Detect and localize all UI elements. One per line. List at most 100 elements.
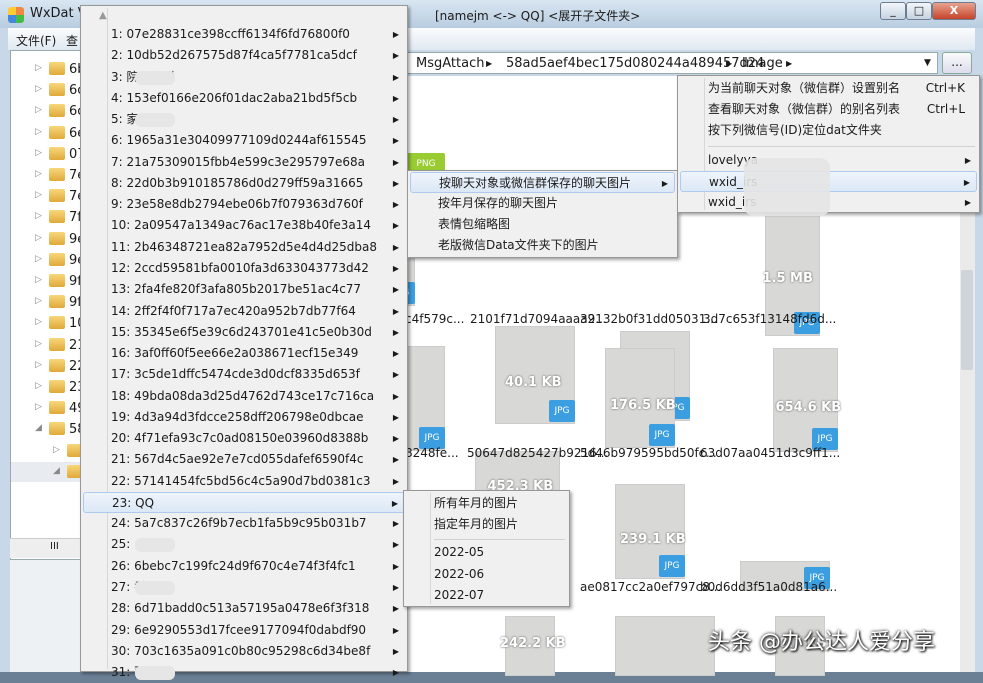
qq-menu-item[interactable]: 指定年月的图片 (406, 514, 567, 535)
file-size: 176.5 KB (610, 398, 676, 413)
collapsed-arrow-icon[interactable]: ▷ (35, 233, 42, 243)
chat-menu-item[interactable]: 9: 23e58e8db2794ebe06b7f079363d760f▶ (83, 194, 405, 215)
chat-menu-item[interactable]: 2: 10db52d267575d87f4ca5f7781ca5dcf▶ (83, 45, 405, 66)
browse-button[interactable]: ... (942, 52, 972, 74)
menu-file[interactable]: 文件(F) (16, 32, 56, 49)
file-name[interactable]: 63d07aa0451d3c9ff1... (700, 446, 840, 460)
tree-horizontal-scrollbar[interactable]: III (10, 538, 80, 558)
close-button[interactable]: X (932, 2, 976, 20)
chat-menu-item[interactable]: 14: 2ff2f4f0f717a7ec420a952b7db77f64▶ (83, 301, 405, 322)
image-type-item[interactable]: 按年月保存的聊天图片 (410, 193, 675, 214)
file-name[interactable]: b0d6dd3f51a0d81a6... (700, 580, 837, 594)
collapsed-arrow-icon[interactable]: ▷ (35, 275, 42, 285)
chat-menu-item[interactable]: 24: 5a7c837c26f9b7ecb1fa5b9c95b031b7▶ (83, 513, 405, 534)
tree-arrow-icon[interactable]: ▷ (53, 445, 60, 455)
chat-menu-item[interactable]: 8: 22d0b3b910185786d0d279ff59a31665▶ (83, 173, 405, 194)
collapsed-arrow-icon[interactable]: ▷ (35, 84, 42, 94)
image-type-label: 按聊天对象或微信群保存的聊天图片 (439, 173, 631, 194)
image-type-item[interactable]: 表情包缩略图 (410, 214, 675, 235)
month-label: 2022-07 (434, 585, 484, 606)
collapsed-arrow-icon[interactable]: ▷ (35, 402, 42, 412)
chat-menu-item[interactable]: 20: 4f71efa93c7c0ad08150e03960d8388b▶ (83, 428, 405, 449)
chat-menu-item[interactable]: 27: 香▶ (83, 577, 405, 598)
folder-icon (49, 316, 65, 329)
collapsed-arrow-icon[interactable]: ▷ (35, 127, 42, 137)
alias-menu-item[interactable]: 按下列微信号(ID)定位dat文件夹 (680, 120, 977, 141)
tree-arrow-icon[interactable]: ◢ (53, 466, 60, 476)
chat-menu-item[interactable]: 21: 567d4c5ae92e7e7cd055dafef6590f4c▶ (83, 449, 405, 470)
chat-menu-item[interactable]: 17: 3c5de1dffc5474cde3d0dcf8335d653f▶ (83, 364, 405, 385)
address-bar[interactable]: MsgAttach ▶ 58ad5aef4bec175d080244a48945… (405, 52, 938, 74)
submenu-arrow-icon: ▶ (393, 279, 399, 300)
chat-menu-item[interactable]: 5: 家▶ (83, 109, 405, 130)
image-type-label: 按年月保存的聊天图片 (438, 193, 558, 214)
collapsed-arrow-icon[interactable]: ▷ (35, 190, 42, 200)
collapsed-arrow-icon[interactable]: ▷ (35, 254, 42, 264)
chat-menu-item-label: 14: 2ff2f4f0f717a7ec420a952b7db77f64 (111, 301, 356, 322)
file-name[interactable]: 3d7c653f13148fd6d... (703, 312, 836, 326)
collapsed-arrow-icon[interactable]: ▷ (35, 339, 42, 349)
window-title: [namejm <-> QQ] <展开子文件夹> (435, 7, 640, 24)
image-type-menu: 按聊天对象或微信群保存的聊天图片▶按年月保存的聊天图片表情包缩略图老版微信Dat… (407, 170, 678, 258)
file-name[interactable]: 39132b0f31dd05031... (580, 312, 718, 326)
month-menu-item[interactable]: 2022-05 (406, 542, 567, 563)
collapsed-arrow-icon[interactable]: ▷ (35, 317, 42, 327)
breadcrumb-image[interactable]: Image (742, 56, 783, 71)
scroll-thumb[interactable] (961, 270, 973, 370)
address-dropdown-icon[interactable]: ▼ (924, 58, 931, 68)
image-type-item[interactable]: 按聊天对象或微信群保存的聊天图片▶ (410, 172, 675, 193)
chat-menu-item[interactable]: 3: 院工作群▶ (83, 67, 405, 88)
minimize-button[interactable]: _ (880, 2, 906, 20)
chat-menu-item[interactable]: 26: 6bebc7c199fc24d9f670c4e74f3f4fc1▶ (83, 556, 405, 577)
chat-menu-item[interactable]: 18: 49bda08da3d25d4762d743ce17c716ca▶ (83, 386, 405, 407)
chat-menu-item[interactable]: 1: 07e28831ce398ccff6134f6fd76800f0▶ (83, 24, 405, 45)
collapsed-arrow-icon[interactable]: ▷ (35, 63, 42, 73)
app-logo-icon (8, 7, 24, 23)
maximize-button[interactable]: □ (906, 2, 932, 20)
folder-icon (49, 401, 65, 414)
collapsed-arrow-icon[interactable]: ▷ (35, 105, 42, 115)
chat-menu-item[interactable]: 28: 6d71badd0c513a57195a0478e6f3f318▶ (83, 598, 405, 619)
chat-menu-item[interactable]: 31: 丽▶ (83, 662, 405, 683)
folder-icon (49, 253, 65, 266)
chat-menu-item[interactable]: 16: 3af0ff60f5ee66e2a038671ecf15e349▶ (83, 343, 405, 364)
scroll-up-icon[interactable]: ▲ (99, 10, 107, 21)
chat-menu-item[interactable]: 19: 4d3a94d3fdcce258dff206798e0dbcae▶ (83, 407, 405, 428)
breadcrumb-separator-icon: ▶ (786, 59, 792, 68)
collapsed-arrow-icon[interactable]: ▷ (35, 360, 42, 370)
chat-menu-item[interactable]: 29: 6e9290553d17fcee9177094f0dabdf90▶ (83, 620, 405, 641)
chat-menu-item[interactable]: 4: 153ef0166e206f01dac2aba21bd5f5cb▶ (83, 88, 405, 109)
expanded-arrow-icon[interactable]: ◢ (35, 423, 42, 433)
chat-menu-item[interactable]: 25:▶ (83, 534, 405, 555)
month-menu-item[interactable]: 2022-07 (406, 585, 567, 606)
collapsed-arrow-icon[interactable]: ▷ (35, 148, 42, 158)
breadcrumb-msgattach[interactable]: MsgAttach (416, 56, 484, 71)
submenu-arrow-icon: ▶ (393, 449, 399, 470)
alias-menu-item[interactable]: 为当前聊天对象（微信群）设置别名Ctrl+K (680, 78, 977, 99)
chat-menu-item[interactable]: 10: 2a09547a1349ac76ac17e38b40fe3a14▶ (83, 215, 405, 236)
image-thumbnail[interactable] (615, 616, 715, 676)
collapsed-arrow-icon[interactable]: ▷ (35, 381, 42, 391)
chat-menu-item[interactable]: 30: 703c1635a091c0b80c95298c6d34be8f▶ (83, 641, 405, 662)
menu-view[interactable]: 查 (66, 32, 78, 49)
month-menu-item[interactable]: 2022-06 (406, 564, 567, 585)
chat-menu-item[interactable]: 13: 2fa4fe820f3afa805b2017be51ac4c77▶ (83, 279, 405, 300)
chat-menu-item[interactable]: 22: 57141454fc5bd56c4c5a90d7bd0381c3▶ (83, 471, 405, 492)
collapsed-arrow-icon[interactable]: ▷ (35, 169, 42, 179)
file-name[interactable]: 5d46b979595bd50fc... (580, 446, 717, 460)
alias-menu-item[interactable]: 查看聊天对象（微信群）的别名列表Ctrl+L (680, 99, 977, 120)
chat-menu-item[interactable]: 11: 2b46348721ea82a7952d5e4d4d25dba8▶ (83, 237, 405, 258)
chat-menu-item[interactable]: 7: 21a75309015fbb4e599c3e295797e68a▶ (83, 152, 405, 173)
chat-menu-item[interactable]: 15: 35345e6f5e39c6d243701e41c5e0b30d▶ (83, 322, 405, 343)
submenu-arrow-icon: ▶ (393, 215, 399, 236)
file-name[interactable]: 8248fe... (405, 446, 459, 460)
file-name[interactable]: c4f579c... (405, 312, 464, 326)
chat-menu-item[interactable]: 6: 1965a31e30409977109d0244af615545▶ (83, 130, 405, 151)
qq-menu-item[interactable]: 所有年月的图片 (406, 493, 567, 514)
collapsed-arrow-icon[interactable]: ▷ (35, 296, 42, 306)
chat-menu-item[interactable]: 12: 2ccd59581bfa0010fa3d633043773d42▶ (83, 258, 405, 279)
image-type-item[interactable]: 老版微信Data文件夹下的图片 (410, 235, 675, 256)
collapsed-arrow-icon[interactable]: ▷ (35, 211, 42, 221)
scroll-thumb-grip[interactable]: III (50, 541, 59, 552)
chat-menu-item[interactable]: 23: QQ▶ (83, 492, 405, 513)
